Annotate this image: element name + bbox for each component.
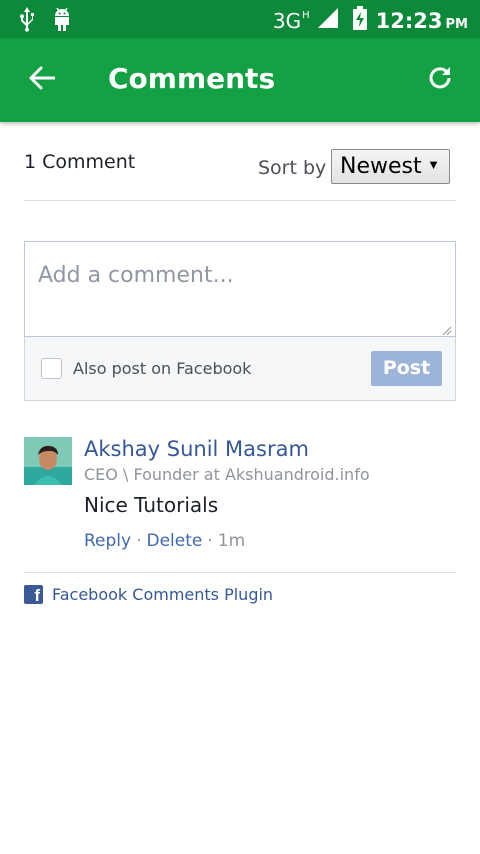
- separator-dot: ·: [136, 531, 142, 551]
- delete-link[interactable]: Delete: [147, 531, 203, 551]
- composer-actions: Also post on Facebook Post: [24, 337, 456, 401]
- comment-author-subtitle: CEO \ Founder at Akshuandroid.info: [84, 465, 370, 484]
- divider: [24, 572, 456, 573]
- comment-actions: Reply · Delete · 1m: [84, 531, 245, 551]
- page-title: Comments: [108, 62, 276, 95]
- status-bar: 3G H 12:23 PM: [0, 0, 480, 38]
- separator-dot: ·: [207, 531, 213, 551]
- sort-label: Sort by: [258, 157, 327, 179]
- also-post-facebook-label: Also post on Facebook: [73, 359, 252, 378]
- refresh-button[interactable]: [420, 60, 460, 100]
- clock: 12:23 PM: [375, 8, 468, 33]
- android-debug-icon: [52, 6, 72, 37]
- usb-icon: [18, 6, 36, 37]
- back-button[interactable]: [22, 60, 62, 100]
- post-button[interactable]: Post: [371, 351, 442, 386]
- sort-selected-value: Newest: [340, 154, 422, 179]
- plugin-label: Facebook Comments Plugin: [52, 585, 274, 604]
- comment-time[interactable]: 1m: [218, 531, 245, 551]
- comment-text: Nice Tutorials: [84, 493, 219, 517]
- facebook-comments-plugin-link[interactable]: f Facebook Comments Plugin: [24, 585, 274, 605]
- resize-grip-icon[interactable]: [442, 323, 452, 336]
- network-type: 3G H: [272, 8, 310, 33]
- comment-placeholder: Add a comment...: [38, 263, 234, 288]
- comment-author[interactable]: Akshay Sunil Masram: [84, 437, 309, 461]
- facebook-icon: f: [24, 585, 43, 605]
- dropdown-arrow-icon: ▼: [427, 157, 440, 172]
- sort-select[interactable]: Newest ▼: [331, 149, 450, 184]
- comment-input[interactable]: Add a comment...: [24, 241, 456, 337]
- battery-charging-icon: [352, 6, 368, 35]
- reply-link[interactable]: Reply: [84, 531, 131, 551]
- avatar[interactable]: [24, 437, 72, 485]
- refresh-icon: [426, 64, 454, 97]
- app-bar: Comments: [0, 38, 480, 122]
- divider: [24, 200, 456, 201]
- comment-count: 1 Comment: [24, 151, 136, 173]
- also-post-facebook-checkbox[interactable]: [41, 358, 62, 379]
- arrow-back-icon: [29, 66, 56, 95]
- signal-icon: [317, 8, 338, 33]
